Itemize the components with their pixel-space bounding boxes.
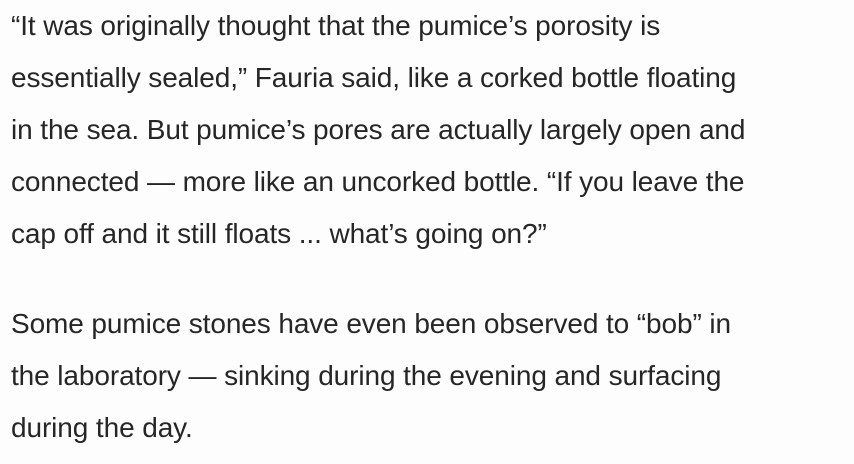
paragraph-1-line-3: in the sea. But pumice’s pores are actua… <box>11 114 746 145</box>
paragraph-1-line-4: connected — more like an uncorked bottle… <box>11 166 745 197</box>
paragraph-1-line-5: cap off and it still floats ... what’s g… <box>11 218 547 249</box>
paragraph-1-line-2: essentially sealed,” Fauria said, like a… <box>11 62 737 93</box>
paragraph-2-line-1: Some pumice stones have even been observ… <box>11 308 731 339</box>
article-body: “It was originally thought that the pumi… <box>0 0 854 464</box>
article-paragraph-1: “It was originally thought that the pumi… <box>11 0 844 260</box>
paragraph-2-line-3: during the day. <box>11 412 193 443</box>
paragraph-2-line-2: the laboratory — sinking during the even… <box>11 360 722 391</box>
article-paragraph-2: Some pumice stones have even been observ… <box>11 298 844 454</box>
paragraph-1-line-1: “It was originally thought that the pumi… <box>11 10 661 41</box>
